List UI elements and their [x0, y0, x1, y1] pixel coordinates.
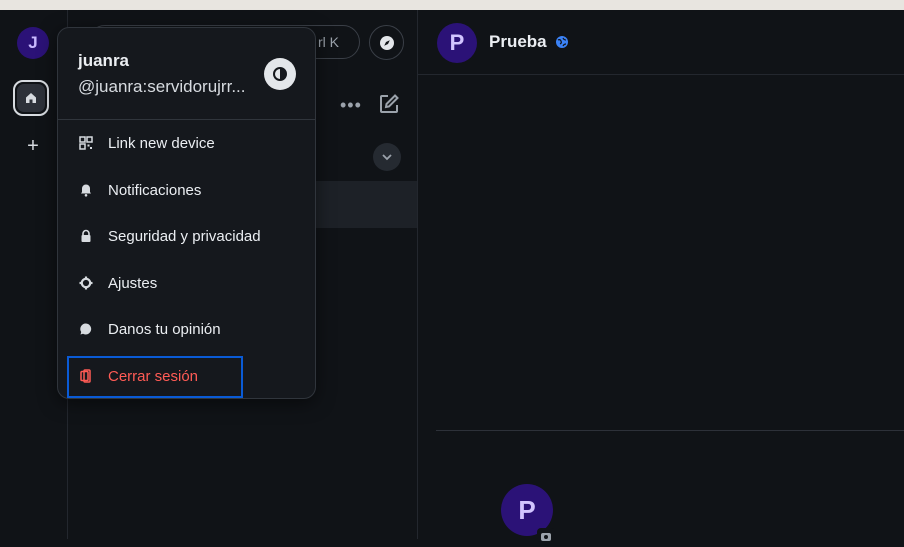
menu-item-label: Seguridad y privacidad [108, 227, 261, 245]
user-menu: juanra @juanra:servidorujrr... Link new … [57, 27, 316, 399]
qr-code-icon [79, 136, 93, 150]
focus-highlight [67, 356, 243, 398]
room-name[interactable]: Prueba [489, 32, 547, 52]
timeline-divider [436, 430, 904, 431]
explore-rooms-button[interactable] [369, 25, 404, 60]
filter-dropdown-button[interactable] [373, 143, 401, 171]
home-icon [26, 93, 36, 103]
menu-item-label: Ajustes [108, 274, 158, 292]
menu-item-notifications[interactable]: Notificaciones [58, 170, 315, 210]
menu-item-label: Danos tu opinión [108, 320, 221, 338]
compose-button[interactable] [378, 93, 400, 120]
menu-item-feedback[interactable]: Danos tu opinión [58, 309, 315, 349]
camera-icon[interactable] [537, 528, 555, 542]
create-space-button[interactable]: + [23, 136, 43, 156]
theme-toggle-button[interactable] [264, 58, 296, 90]
compose-icon [380, 94, 399, 113]
globe-icon [556, 36, 568, 48]
gear-icon [79, 276, 93, 290]
lock-icon [79, 229, 93, 243]
room-header: P Prueba [418, 10, 904, 75]
compass-icon [379, 35, 394, 50]
menu-item-security[interactable]: Seguridad y privacidad [58, 216, 315, 256]
menu-separator [58, 119, 315, 120]
more-options-button[interactable]: ••• [340, 95, 362, 116]
user-avatar[interactable]: J [17, 27, 49, 59]
bell-icon [79, 183, 93, 197]
menu-item-settings[interactable]: Ajustes [58, 263, 315, 303]
contrast-icon [273, 67, 287, 81]
room-view: P Prueba P [418, 10, 904, 542]
home-space-button[interactable] [13, 80, 49, 116]
room-avatar[interactable]: P [437, 23, 477, 63]
menu-item-link-new-device[interactable]: Link new device [58, 123, 315, 163]
chevron-down-icon [382, 154, 392, 161]
chat-bubble-icon [79, 322, 93, 336]
search-shortcut-hint: rl K [318, 34, 339, 50]
user-display-name: juanra [78, 51, 130, 70]
menu-item-label: Notificaciones [108, 181, 202, 199]
browser-top-strip [0, 0, 904, 10]
user-id: @juanra:servidorujrr... [78, 77, 246, 96]
menu-item-label: Link new device [108, 134, 215, 152]
